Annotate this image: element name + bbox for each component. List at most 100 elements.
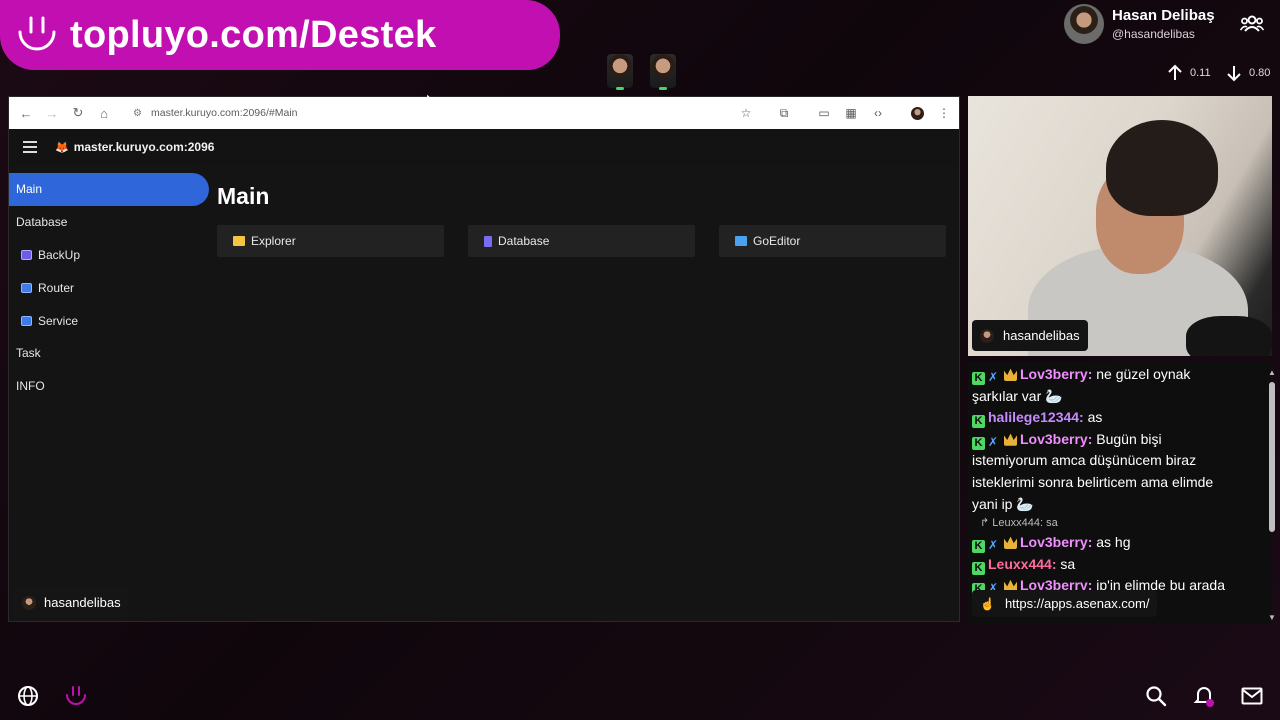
- reply-text: Leuxx444: sa: [992, 517, 1058, 529]
- scroll-up-icon[interactable]: ▲: [1268, 368, 1276, 377]
- card-goeditor[interactable]: GoEditor: [719, 225, 946, 257]
- card-explorer[interactable]: Explorer: [217, 225, 444, 257]
- avatar: [1064, 4, 1104, 44]
- sidebar-item-info[interactable]: INFO: [9, 370, 209, 403]
- sidebar-item-service[interactable]: Service: [9, 304, 209, 337]
- chat-username[interactable]: Leuxx444:: [988, 556, 1056, 572]
- streamer-profile[interactable]: Hasan Delibaş @hasandelibas: [1064, 4, 1215, 44]
- card-label: Database: [498, 234, 550, 248]
- chat-text: yani ip 🦢: [972, 495, 1034, 512]
- sidebar-item-backup[interactable]: BackUp: [9, 239, 209, 272]
- sidebar-item-label: INFO: [16, 379, 45, 394]
- sidebar-item-database[interactable]: Database: [9, 206, 209, 239]
- home-icon[interactable]: ⌂: [93, 102, 115, 124]
- chat-username[interactable]: halilege12344:: [988, 409, 1084, 425]
- viewer-avatar[interactable]: [607, 54, 633, 90]
- forward-icon[interactable]: →: [41, 102, 63, 124]
- site-settings-icon[interactable]: ⚙: [133, 108, 151, 119]
- sidebar-item-router[interactable]: Router: [9, 271, 209, 304]
- chat-text: istemiyorum amca düşünücem biraz: [972, 452, 1197, 469]
- people-icon[interactable]: [1239, 14, 1265, 39]
- floppy-icon: [21, 249, 32, 260]
- pointer-icon: ☝: [980, 596, 995, 611]
- link-text: https://apps.asenax.com/: [1004, 596, 1150, 611]
- chat-message: Khalilege12344: as: [972, 407, 1248, 429]
- scroll-down-icon[interactable]: ▼: [1268, 613, 1276, 622]
- card-database[interactable]: Database: [468, 225, 695, 257]
- download-value: 0.80: [1249, 67, 1271, 79]
- sidebar-item-task[interactable]: Task: [9, 337, 209, 370]
- viewer-avatar[interactable]: [650, 54, 676, 90]
- crown-badge-icon: [1004, 368, 1017, 381]
- kick-badge-icon: K: [972, 540, 985, 553]
- scrollbar-thumb[interactable]: [1269, 382, 1275, 532]
- chat-panel: K ✗ Lov3berry: ne güzel oynak şarkılar var…: [968, 362, 1272, 624]
- link-tag[interactable]: ☝ https://apps.asenax.com/: [972, 590, 1158, 617]
- devtools-icon[interactable]: ‹›: [867, 102, 889, 124]
- chat-username[interactable]: Lov3berry:: [1020, 366, 1092, 382]
- sidebar: Main Database BackUp Router Service Task…: [9, 173, 209, 403]
- download-stat: 0.80: [1225, 64, 1270, 82]
- database-icon: [484, 235, 492, 247]
- notification-bell-icon[interactable]: [1192, 684, 1216, 708]
- globe-icon[interactable]: [16, 684, 40, 708]
- monitor-icon: [735, 236, 747, 246]
- upload-value: 0.11: [1190, 67, 1211, 79]
- search-icon[interactable]: [1144, 684, 1168, 708]
- sidebar-item-label: BackUp: [38, 247, 81, 262]
- card-label: GoEditor: [753, 234, 801, 248]
- topluyo-home-icon[interactable]: [64, 684, 88, 708]
- chat-message: şarkılar var 🦢: [972, 386, 1248, 408]
- chat-username[interactable]: Lov3berry:: [1020, 431, 1092, 447]
- crown-badge-icon: [1004, 536, 1017, 549]
- chat-scrollbar[interactable]: ▲ ▼: [1268, 368, 1276, 622]
- fox-icon: 🦊: [55, 141, 69, 154]
- chat-reply-reference[interactable]: ↱ Leuxx444: sa: [980, 516, 1058, 529]
- url-text: master.kuruyo.com:2096/#Main: [151, 107, 298, 119]
- chat-text: sa: [1060, 555, 1076, 572]
- menu-dots-icon[interactable]: ⋮: [933, 102, 955, 124]
- address-bar[interactable]: ⚙ master.kuruyo.com:2096/#Main: [127, 101, 757, 125]
- profile-handle: @hasandelibas: [1112, 27, 1195, 41]
- banner-text: topluyo.com/Destek: [70, 13, 437, 56]
- bookmark-star-icon[interactable]: ☆: [735, 102, 757, 124]
- browser-toolbar: ← → ↻ ⌂ ⚙ master.kuruyo.com:2096/#Main ☆…: [9, 97, 959, 129]
- kick-badge-icon: K: [972, 561, 985, 575]
- chat-message: isteklerimi sonra belirticem ama elimde: [972, 472, 1248, 494]
- hamburger-icon[interactable]: [23, 141, 39, 153]
- folder-icon: [233, 236, 245, 246]
- chat-message: K ✗ Lov3berry: Bugün bişi: [972, 429, 1248, 451]
- chat-message: K Leuxx444: sa: [972, 554, 1248, 576]
- kick-badge-icon: K: [972, 372, 985, 385]
- crown-badge-icon: [1004, 433, 1017, 446]
- extensions-icon[interactable]: ⧉: [773, 102, 795, 124]
- sidebar-item-main[interactable]: Main: [9, 173, 209, 206]
- avatar: [980, 328, 994, 343]
- sidebar-item-label: Main: [16, 182, 43, 197]
- app-header: 🦊 master.kuruyo.com:2096: [9, 129, 959, 165]
- qr-icon[interactable]: ▦: [840, 102, 862, 124]
- upload-stat: 0.11: [1166, 64, 1211, 82]
- card-label: Explorer: [251, 234, 296, 248]
- window-icon: [21, 282, 32, 293]
- chat-text: ne güzel oynak: [1096, 366, 1191, 382]
- mail-icon[interactable]: [1240, 684, 1264, 708]
- back-icon[interactable]: ←: [15, 102, 37, 124]
- arrow-down-icon: [1227, 66, 1241, 82]
- reply-icon: ↱: [980, 517, 993, 529]
- chat-message: yani ip 🦢: [972, 494, 1248, 516]
- kick-badge-icon: K: [972, 415, 985, 429]
- cast-icon[interactable]: ▭: [813, 102, 835, 124]
- profile-name: Hasan Delibaş: [1112, 7, 1215, 24]
- screen-user-tag: hasandelibas: [12, 587, 129, 618]
- account-icon[interactable]: [906, 102, 928, 124]
- chat-text: as: [1087, 409, 1103, 426]
- reload-icon[interactable]: ↻: [67, 102, 89, 124]
- sidebar-item-label: Service: [38, 313, 79, 328]
- user-tag-name: hasandelibas: [44, 595, 121, 610]
- chat-username[interactable]: Lov3berry:: [1020, 534, 1092, 550]
- window-icon: [21, 315, 32, 326]
- chat-text: as hg: [1096, 534, 1131, 550]
- cam-tag-name: hasandelibas: [1003, 328, 1080, 343]
- chat-message: K ✗ Lov3berry: ne güzel oynak: [972, 364, 1248, 386]
